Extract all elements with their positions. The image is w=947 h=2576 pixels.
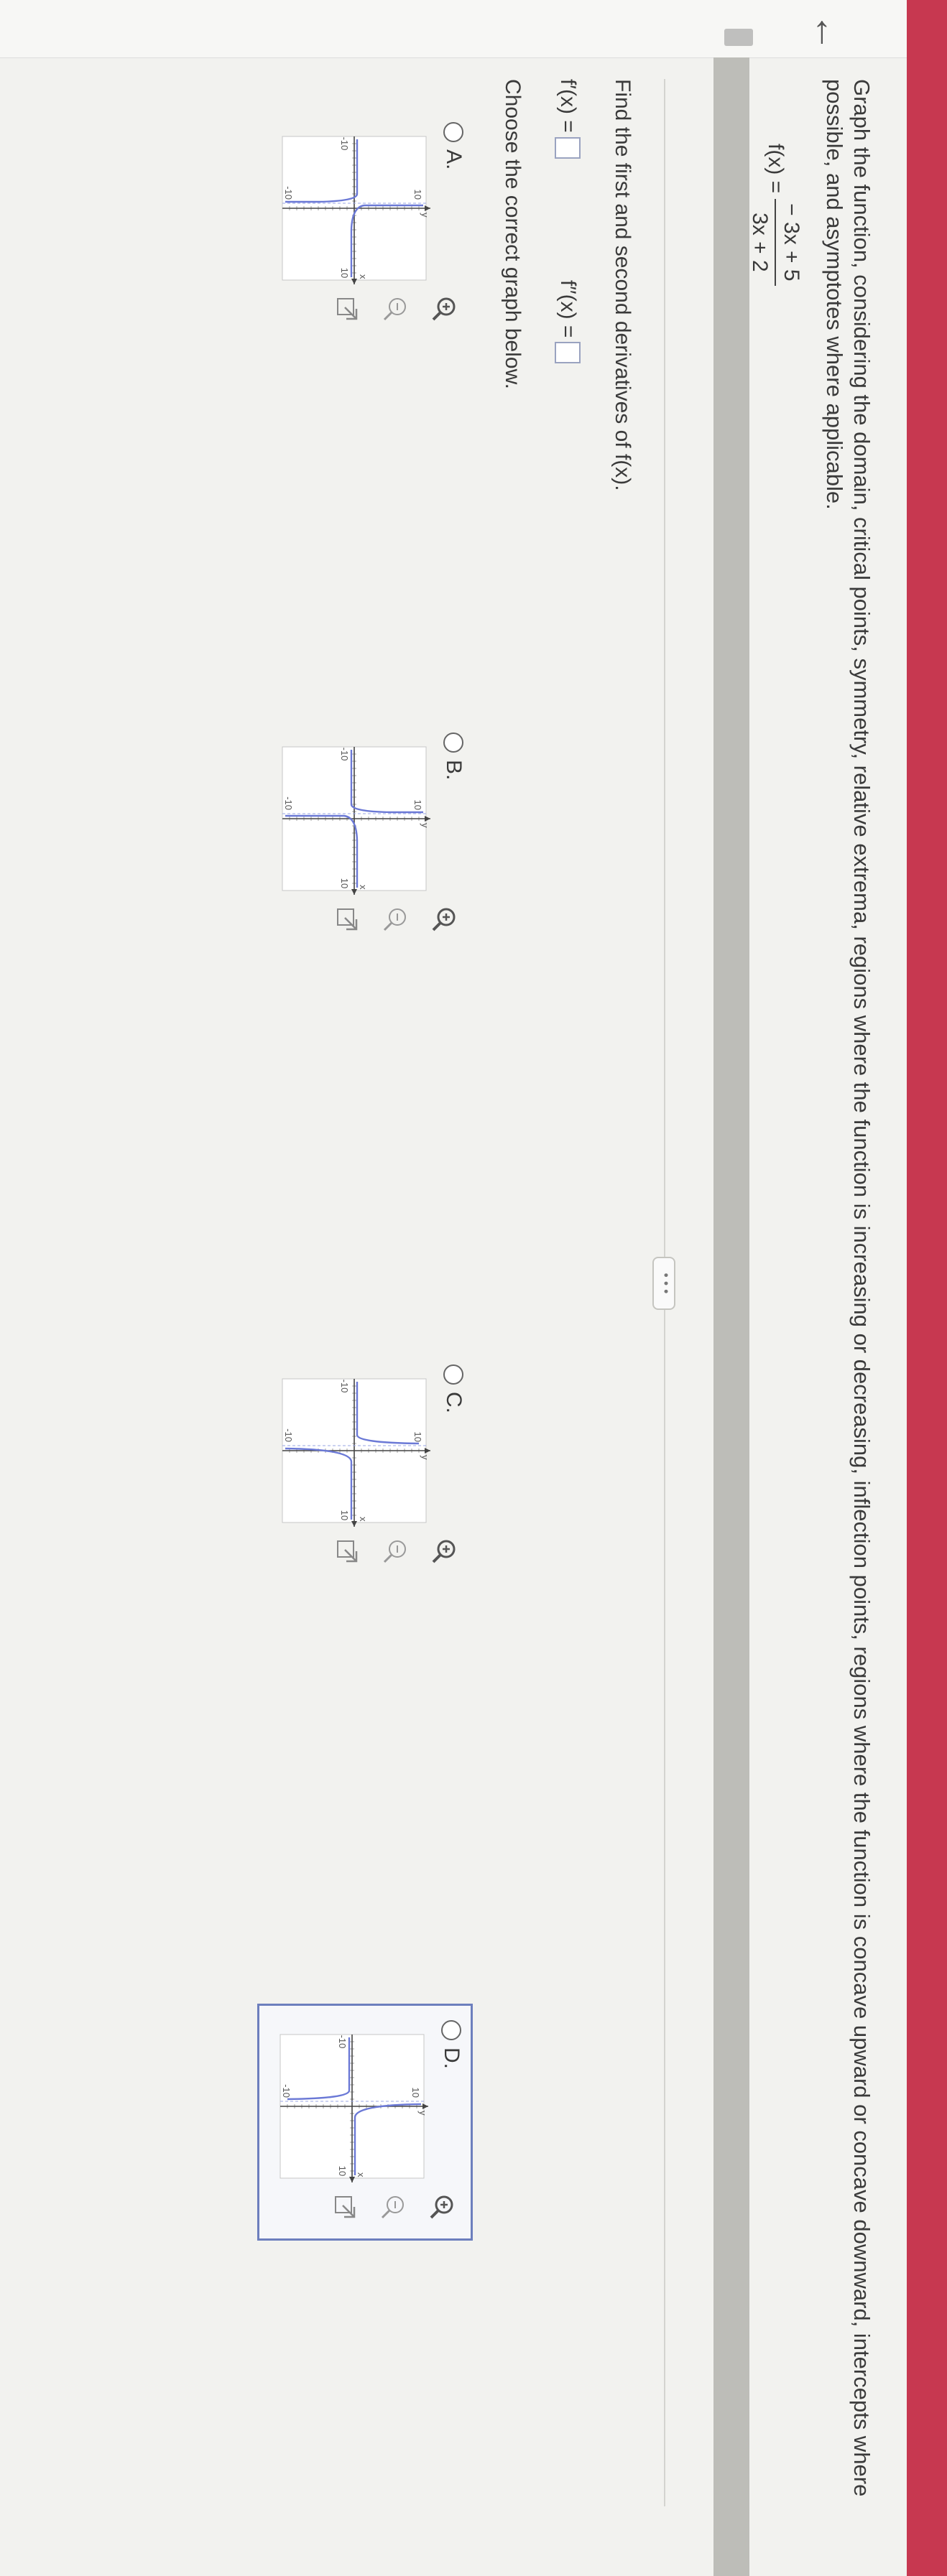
y-tick-label: 10 (412, 190, 423, 200)
option-d[interactable]: D. y x 10 10 -10 -10 (257, 2004, 473, 2241)
scroll-handle[interactable] (724, 29, 753, 46)
radio-button[interactable] (443, 1364, 463, 1385)
second-derivative-input[interactable] (555, 342, 581, 364)
y-tick-label: 10 (412, 1432, 423, 1442)
zoom-out-icon[interactable] (379, 2193, 407, 2221)
option-letter: D. (440, 2047, 463, 2069)
option-c[interactable]: C. y x 10 10 -10 -10 (257, 1350, 473, 1587)
x-tick-label: 10 (339, 268, 350, 278)
zoom-out-icon[interactable] (381, 1537, 410, 1566)
more-button[interactable]: • • • (652, 1257, 675, 1310)
graph-tools (332, 905, 458, 934)
y-tick-label: 10 (410, 2088, 421, 2098)
x-axis-label: x (358, 885, 369, 890)
graph-prompt: Choose the correct graph below. (501, 79, 525, 389)
y-axis-arrow (425, 205, 430, 211)
option-letter: C. (442, 1392, 466, 1413)
zoom-in-icon[interactable] (430, 294, 458, 323)
x-axis-arrow (351, 889, 357, 895)
first-derivative-label: f′(x) = (556, 79, 580, 133)
option-header: B. (441, 733, 466, 780)
y-axis-arrow (425, 816, 430, 822)
option-letter: B. (442, 760, 466, 781)
option-graph: y x 10 10 -10 -10 (280, 2034, 428, 2182)
y-tick-label-neg: -10 (283, 1428, 294, 1442)
function-lhs: f(x) = (764, 144, 787, 194)
function-numerator: − 3x + 5 (775, 199, 803, 286)
option-b[interactable]: B. y x 10 10 -10 -10 (257, 718, 473, 955)
zoom-in-icon[interactable] (430, 905, 458, 934)
radio-button[interactable] (443, 733, 463, 753)
radio-button[interactable] (441, 2020, 461, 2040)
second-derivative-label: f′′(x) = (556, 280, 580, 338)
radio-button[interactable] (443, 122, 463, 142)
option-a[interactable]: A. y x 10 10 -10 -10 (257, 108, 473, 345)
popout-icon[interactable] (332, 294, 361, 323)
x-tick-label-neg: -10 (337, 2035, 348, 2049)
y-axis-label: y (420, 213, 430, 218)
popout-icon[interactable] (332, 905, 361, 934)
x-axis-arrow (351, 279, 357, 284)
y-tick-label-neg: -10 (283, 186, 294, 200)
x-axis-arrow (349, 2177, 355, 2182)
zoom-out-icon[interactable] (381, 294, 410, 323)
option-graph: y x 10 10 -10 -10 (282, 1378, 430, 1527)
x-tick-label: 10 (337, 2166, 348, 2176)
y-axis-label: y (420, 823, 430, 828)
graph-tools (332, 294, 458, 323)
popout-icon[interactable] (332, 1537, 361, 1566)
option-letter: A. (442, 149, 466, 170)
x-tick-label: 10 (339, 1510, 350, 1520)
graph-tools (330, 2193, 456, 2221)
x-tick-label-neg: -10 (339, 137, 350, 151)
x-tick-label-neg: -10 (339, 748, 350, 761)
y-axis-label: y (417, 2111, 428, 2116)
page: ← Graph the function, considering the do… (0, 0, 947, 2576)
function-denominator: 3x + 2 (748, 213, 772, 272)
zoom-out-icon[interactable] (381, 905, 410, 934)
y-tick-label-neg: -10 (283, 796, 294, 810)
y-tick-label: 10 (412, 800, 423, 810)
x-axis-label: x (358, 1517, 369, 1522)
zoom-in-icon[interactable] (428, 2193, 456, 2221)
function-definition: f(x) = − 3x + 5 3x + 2 (747, 144, 803, 286)
x-tick-label: 10 (339, 878, 350, 888)
x-tick-label-neg: -10 (339, 1380, 350, 1393)
grey-band (713, 57, 749, 2576)
second-derivative-row: f′′(x) = (555, 280, 581, 364)
first-derivative-row: f′(x) = (555, 79, 581, 159)
option-header: D. (439, 2020, 463, 2069)
zoom-in-icon[interactable] (430, 1537, 458, 1566)
top-bar (907, 0, 947, 2576)
y-axis-arrow (422, 2103, 428, 2109)
option-header: A. (441, 122, 466, 169)
option-header: C. (441, 1364, 466, 1413)
y-tick-label-neg: -10 (281, 2084, 292, 2098)
y-axis-arrow (425, 1448, 430, 1454)
question-text: Graph the function, considering the doma… (822, 79, 874, 2497)
x-axis-label: x (356, 2172, 366, 2177)
x-axis-arrow (351, 1521, 357, 1527)
left-strip: ← (0, 0, 907, 58)
derivative-instruction: Find the first and second derivatives of… (611, 79, 634, 491)
graph-tools (332, 1537, 458, 1566)
option-graph: y x 10 10 -10 -10 (282, 136, 430, 284)
popout-icon[interactable] (330, 2193, 359, 2221)
x-axis-label: x (358, 274, 369, 279)
option-graph: y x 10 10 -10 -10 (282, 746, 430, 895)
back-arrow-icon[interactable]: ← (807, 13, 850, 52)
function-fraction: − 3x + 5 3x + 2 (747, 199, 803, 286)
y-axis-label: y (420, 1455, 430, 1460)
first-derivative-input[interactable] (555, 136, 581, 159)
